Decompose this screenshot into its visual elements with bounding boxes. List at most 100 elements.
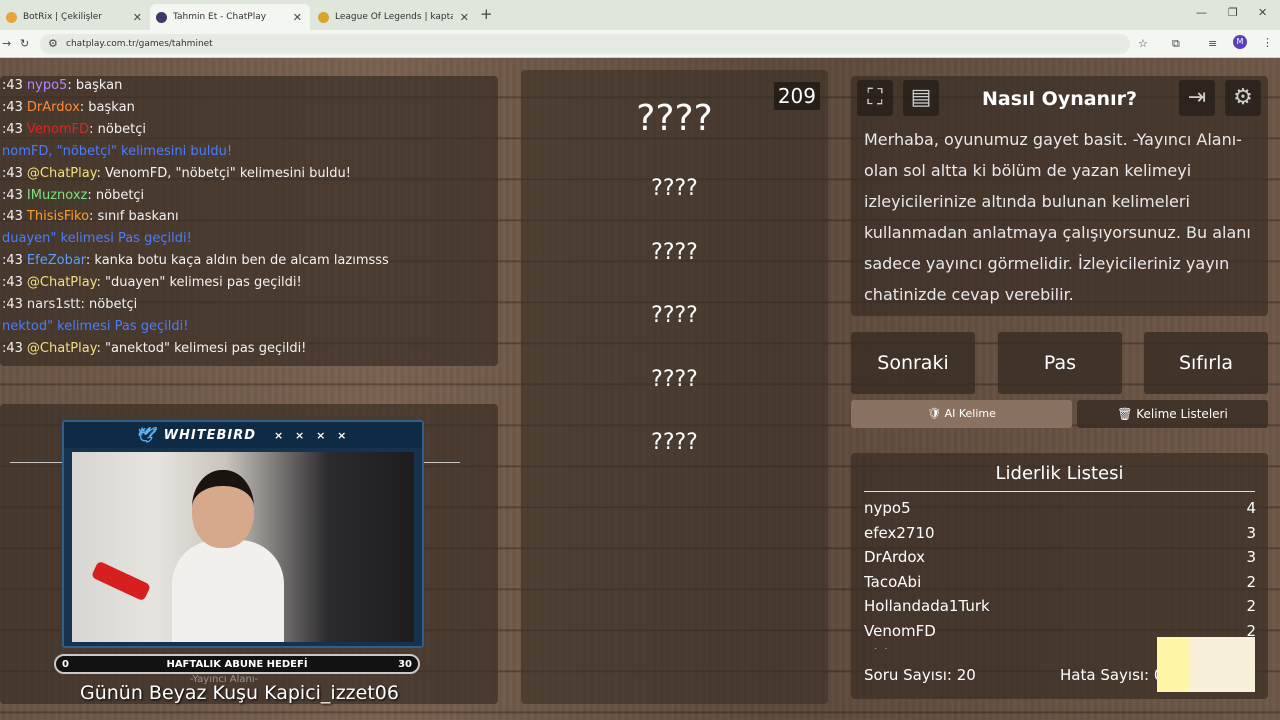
- menu-kebab-icon[interactable]: ⋮: [1262, 36, 1273, 49]
- chat-text: : nöbetçi: [87, 187, 145, 203]
- chat-username[interactable]: EfeZobar: [27, 253, 86, 268]
- chat-message: :43 IMuznoxz: nöbetçi: [2, 188, 144, 203]
- chat-message: :43 DrArdox: başkan: [2, 100, 135, 115]
- forbidden-word: ????: [651, 367, 698, 392]
- next-button[interactable]: Sonraki: [851, 332, 975, 394]
- chat-text: : VenomFD, "nöbetçi" kelimesini buldu!: [96, 165, 351, 181]
- site-info-icon[interactable]: ⚙: [48, 34, 58, 54]
- player-score: 2: [1246, 572, 1256, 591]
- new-tab-icon[interactable]: +: [480, 5, 493, 23]
- url-field[interactable]: ⚙ chatplay.com.tr/games/tahminet: [40, 34, 1130, 54]
- chat-username[interactable]: ThisisFiko: [27, 209, 89, 224]
- chat-username[interactable]: @ChatPlay: [27, 341, 97, 356]
- bookmark-star-icon[interactable]: ☆: [1138, 37, 1148, 50]
- logout-icon[interactable]: ⇥: [1179, 80, 1215, 116]
- brand-name: WHITEBIRD: [163, 427, 257, 443]
- leaderboard-list[interactable]: nypo5 4 efex2710 3 DrArdox 3 TacoAbi 2 Hollandad…: [864, 499, 1256, 649]
- leaderboard-row: nypo5 4: [864, 499, 1256, 524]
- goal-min: 0: [62, 658, 69, 670]
- leaderboard-divider: [864, 491, 1255, 492]
- forward-icon[interactable]: →: [2, 37, 11, 50]
- media-icon[interactable]: ≡: [1208, 37, 1217, 50]
- leaderboard-row: efex2710 3: [864, 524, 1256, 549]
- forbidden-word: ????: [651, 240, 698, 265]
- daily-banner: Günün Beyaz Kuşu Kapici_izzet06: [80, 682, 399, 704]
- url-text: chatplay.com.tr/games/tahminet: [66, 39, 213, 49]
- word-lists-label: Kelime Listeleri: [1136, 407, 1228, 421]
- player-name: DrArdox: [864, 548, 925, 566]
- close-tab-icon[interactable]: ✕: [293, 11, 302, 24]
- player-score: 2: [1246, 597, 1256, 615]
- chat-time: :43: [2, 209, 23, 225]
- minimize-icon[interactable]: —: [1196, 6, 1207, 19]
- chat-time: :43: [2, 78, 23, 93]
- chat-message: :43 @ChatPlay: "duayen" kelimesi pas geçi…: [2, 275, 302, 290]
- chat-message: :43 ThisisFiko: sınıf baskanı: [2, 209, 179, 224]
- tab-title: Tahmin Et - ChatPlay: [173, 12, 267, 22]
- gear-icon[interactable]: ⚙: [1225, 80, 1261, 116]
- close-tab-icon[interactable]: ✕: [133, 11, 142, 24]
- chat-text: : başkan: [79, 99, 135, 115]
- forbidden-word: ????: [651, 176, 698, 201]
- webcam-header: 🕊 WHITEBIRD × × × ×: [64, 422, 422, 448]
- chat-username[interactable]: nektod" kelimesi Pas geçildi!: [2, 319, 188, 334]
- tab-bar: BotRix | Çekilişler ✕ Tahmin Et - ChatPl…: [0, 0, 1280, 30]
- chat-message: nektod" kelimesi Pas geçildi!: [2, 319, 188, 334]
- chat-username[interactable]: DrArdox: [27, 100, 80, 115]
- chat-text: : "duayen" kelimesi pas geçildi!: [96, 275, 302, 291]
- chat-message: nomFD, "nöbetçi" kelimesini buldu!: [2, 144, 232, 159]
- chat-username[interactable]: duayen" kelimesi Pas geçildi!: [2, 231, 192, 246]
- league-favicon-icon: [318, 11, 329, 23]
- goal-label: HAFTALIK ABUNE HEDEFİ: [166, 658, 308, 670]
- chat-message: :43 EfeZobar: kanka botu kaça aldın ben d…: [2, 253, 389, 268]
- webcam-overlay: 🕊 WHITEBIRD × × × ×: [62, 420, 424, 648]
- chat-time: :43: [2, 340, 23, 356]
- main-word: ????: [636, 98, 713, 139]
- chat-username[interactable]: IMuznoxz: [27, 188, 87, 203]
- chat-username[interactable]: nars1stt: [27, 297, 81, 312]
- error-count: Hata Sayısı: 0: [1060, 666, 1164, 684]
- chat-username[interactable]: VenomFD: [27, 122, 89, 137]
- player-name: efex2710: [864, 523, 935, 542]
- chat-text: : sınıf baskanı: [89, 209, 179, 225]
- chat-message: :43 @ChatPlay: VenomFD, "nöbetçi" kelimes…: [2, 166, 351, 181]
- word-lists-button[interactable]: 🗑 Kelime Listeleri: [1077, 400, 1268, 428]
- webcam-video: [72, 452, 414, 642]
- microphone-icon: [90, 560, 152, 602]
- goal-max: 30: [398, 658, 412, 670]
- chat-text: : nöbetçi: [80, 297, 138, 312]
- close-window-icon[interactable]: ✕: [1258, 6, 1267, 19]
- leaderboard-row: DrArdox 3: [864, 548, 1256, 573]
- chat-time: :43: [2, 165, 23, 181]
- tab-botrix[interactable]: BotRix | Çekilişler ✕: [0, 4, 150, 30]
- extensions-icon[interactable]: ⧉: [1172, 37, 1180, 51]
- chat-username[interactable]: @ChatPlay: [27, 166, 97, 181]
- tab-league[interactable]: League Of Legends | kaptanom ✕: [312, 4, 477, 30]
- forbidden-word: ????: [651, 430, 698, 455]
- how-to-play-panel: ⛶ ▤ Nasıl Oynanır? ⇥ ⚙ Merhaba, oyunumuz…: [851, 76, 1268, 316]
- player-name: nypo5: [864, 499, 911, 517]
- reload-icon[interactable]: ↻: [20, 37, 29, 50]
- chat-username[interactable]: @ChatPlay: [27, 275, 97, 290]
- streamer-figure: [172, 470, 284, 642]
- tab-tahmin-et[interactable]: Tahmin Et - ChatPlay ✕: [150, 4, 310, 30]
- ai-word-label: AI Kelime: [944, 407, 996, 420]
- profile-avatar[interactable]: M: [1233, 35, 1247, 49]
- shield-icon: 🛡: [927, 407, 945, 420]
- pass-button[interactable]: Pas: [998, 332, 1122, 394]
- tab-title: League Of Legends | kaptanom: [335, 12, 453, 22]
- chatplay-favicon-icon: [156, 11, 167, 23]
- reset-button[interactable]: Sıfırla: [1144, 332, 1268, 394]
- chat-time: :43: [2, 275, 23, 291]
- player-score: 4: [1246, 499, 1256, 517]
- chat-username[interactable]: nomFD, "nöbetçi" kelimesini buldu!: [2, 144, 232, 159]
- sticky-note: [1157, 637, 1255, 692]
- chat-message: :43 nypo5: başkan: [2, 78, 122, 93]
- word-panel: 209 ???? ???? ???? ???? ???? ????: [521, 70, 828, 704]
- restore-icon[interactable]: ❐: [1228, 6, 1238, 19]
- ai-word-button[interactable]: 🛡 AI Kelime: [851, 400, 1072, 428]
- close-tab-icon[interactable]: ✕: [460, 11, 469, 24]
- chat-username[interactable]: nypo5: [27, 78, 67, 93]
- trash-icon: 🗑: [1117, 407, 1137, 421]
- botrix-favicon-icon: [6, 11, 17, 23]
